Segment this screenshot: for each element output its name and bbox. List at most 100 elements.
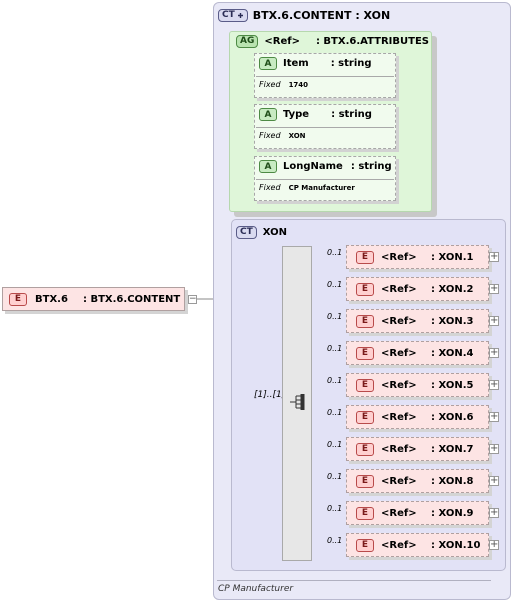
element-xon-6[interactable]: E <Ref> : XON.6 (346, 405, 489, 429)
xon-title: XON (262, 226, 287, 238)
element-ref: <Ref> (381, 411, 417, 423)
element-type: : XON.10 (431, 539, 481, 551)
attribute-item[interactable]: A Item : string Fixed 1740 (254, 53, 396, 98)
attribute-separator (256, 76, 394, 77)
attribute-badge: A (259, 57, 277, 70)
root-element-btx6[interactable]: E BTX.6 : BTX.6.CONTENT (2, 287, 185, 311)
root-type-name: BTX.6.CONTENT (90, 293, 181, 305)
element-multiplicity: 0..1 (327, 504, 343, 513)
sequence-compositor-icon (290, 394, 305, 410)
element-multiplicity: 0..1 (327, 248, 343, 257)
element-xon-3[interactable]: E <Ref> : XON.3 (346, 309, 489, 333)
attribute-type: : string (331, 109, 372, 120)
element-xon-7[interactable]: E <Ref> : XON.7 (346, 437, 489, 461)
expand-plus-icon[interactable]: + (489, 252, 499, 262)
expand-plus-icon[interactable]: + (489, 412, 499, 422)
attribute-type: : string (330, 58, 372, 69)
attribute-separator (256, 127, 394, 128)
element-ref: <Ref> (381, 539, 417, 551)
attribute-separator (256, 179, 394, 180)
element-xon-10[interactable]: E <Ref> : XON.10 (346, 533, 489, 557)
complex-type-badge-label: CT (222, 10, 235, 20)
element-type: : XON.8 (431, 475, 474, 487)
footer-divider (217, 580, 491, 581)
element-ref: <Ref> (381, 315, 417, 327)
attribute-group-badge: AG (236, 34, 259, 48)
element-type: : XON.9 (431, 507, 474, 519)
attribute-name: LongName (283, 161, 343, 172)
element-badge: E (356, 410, 374, 424)
content-type-title: BTX.6.CONTENT : XON (252, 8, 391, 22)
element-ref: <Ref> (381, 283, 417, 295)
expand-plus-icon[interactable]: + (489, 444, 499, 454)
attribute-group-ref: <Ref> (264, 35, 300, 47)
complex-type-derived-icon (237, 12, 243, 18)
element-type: : XON.6 (431, 411, 474, 423)
element-type: : XON.5 (431, 379, 474, 391)
element-badge: E (356, 314, 374, 328)
element-badge: E (356, 442, 374, 456)
attribute-group-type: : BTX.6.ATTRIBUTES (315, 35, 429, 47)
attribute-name: Item (283, 58, 309, 69)
expand-plus-icon[interactable]: + (489, 316, 499, 326)
element-xon-5[interactable]: E <Ref>: XON.5 (346, 373, 489, 397)
element-badge: E (356, 346, 374, 360)
element-xon-1[interactable]: E <Ref>: XON.1 (346, 245, 489, 269)
attribute-badge: A (259, 108, 277, 121)
expand-plus-icon[interactable]: + (489, 540, 499, 550)
fixed-value: 1740 (288, 80, 309, 89)
element-badge: E (356, 378, 374, 392)
element-badge: E (356, 474, 374, 488)
expand-plus-icon[interactable]: + (489, 348, 499, 358)
element-multiplicity: 0..1 (327, 472, 343, 481)
complex-type-badge: CT (218, 8, 248, 22)
expand-plus-icon[interactable]: + (489, 476, 499, 486)
fixed-value: CP Manufacturer (288, 183, 355, 192)
fixed-value: XON (288, 131, 306, 140)
element-badge: E (356, 282, 374, 296)
expand-plus-icon[interactable]: + (489, 508, 499, 518)
xon-complex-type-header: CT XON (236, 224, 287, 240)
element-ref: <Ref> (381, 507, 417, 519)
element-multiplicity: 0..1 (327, 376, 343, 385)
element-badge: E (356, 250, 374, 264)
attribute-badge: A (259, 160, 277, 173)
element-xon-4[interactable]: E <Ref> : XON.4 (346, 341, 489, 365)
root-element-type: : BTX.6.CONTENT (83, 294, 180, 305)
element-xon-2[interactable]: E <Ref> : XON.2 (346, 277, 489, 301)
content-type-header: CT BTX.6.CONTENT : XON (218, 7, 390, 23)
element-type: : XON.4 (431, 347, 474, 359)
element-type: : XON.7 (431, 443, 474, 455)
element-ref: <Ref> (381, 347, 417, 359)
element-multiplicity: 0..1 (327, 440, 343, 449)
fixed-label: Fixed (259, 131, 281, 140)
fixed-label: Fixed (259, 80, 281, 89)
content-footer-text: CP Manufacturer (218, 584, 294, 594)
element-type: : XON.2 (431, 283, 474, 295)
element-xon-9[interactable]: E <Ref>: XON.9 (346, 501, 489, 525)
expand-plus-icon[interactable]: + (489, 284, 499, 294)
attribute-longname[interactable]: A LongName : string Fixed CP Manufacture… (254, 156, 396, 201)
element-type: : XON.3 (431, 315, 474, 327)
element-multiplicity: 0..1 (327, 344, 343, 353)
element-multiplicity: 0..1 (327, 408, 343, 417)
element-ref: <Ref> (381, 475, 417, 487)
element-badge: E (9, 292, 27, 306)
collapse-minus-icon[interactable]: − (188, 295, 197, 304)
expand-plus-icon[interactable]: + (489, 380, 499, 390)
attribute-group-header[interactable]: AG <Ref> : BTX.6.ATTRIBUTES (236, 33, 429, 49)
element-badge: E (356, 538, 374, 552)
fixed-label: Fixed (259, 183, 281, 192)
element-ref: <Ref> (381, 251, 417, 263)
attribute-type: : string (350, 161, 392, 172)
attribute-name: Type (283, 109, 310, 120)
attribute-type-field[interactable]: A Type : string Fixed XON (254, 104, 396, 149)
type-separator: : (83, 293, 87, 305)
root-element-name: BTX.6 (35, 293, 68, 305)
element-multiplicity: 0..1 (327, 280, 343, 289)
element-ref: <Ref> (381, 443, 417, 455)
element-multiplicity: 0..1 (327, 312, 343, 321)
element-xon-8[interactable]: E <Ref> : XON.8 (346, 469, 489, 493)
element-multiplicity: 0..1 (327, 536, 343, 545)
sequence-multiplicity: [1]..[1] (254, 390, 286, 400)
